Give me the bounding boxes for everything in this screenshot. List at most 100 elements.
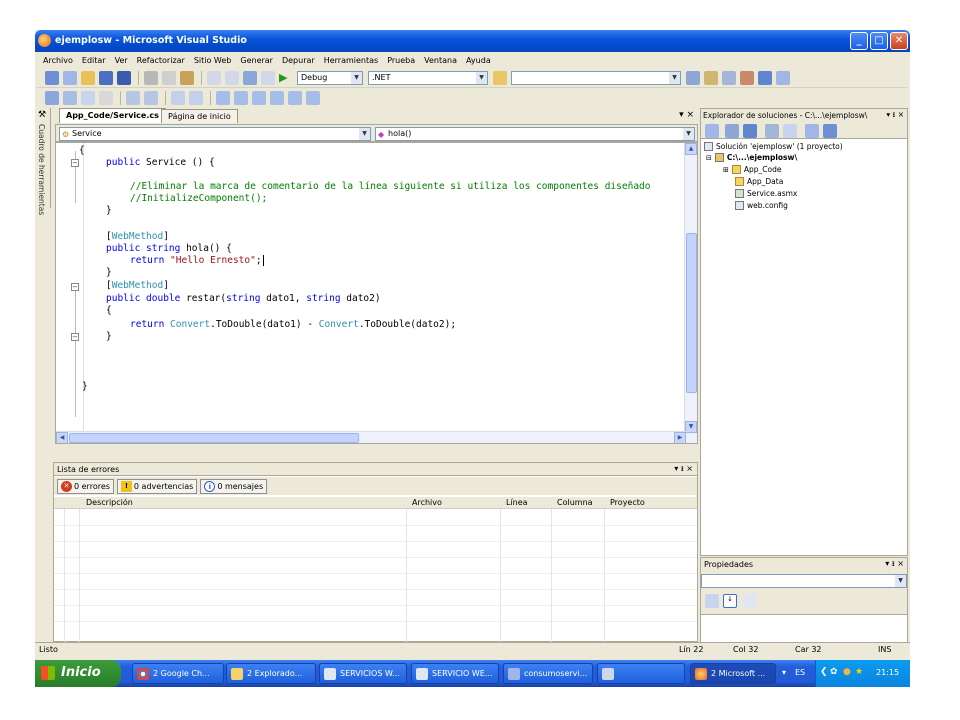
- clock[interactable]: 21:15: [876, 668, 899, 677]
- cut-icon[interactable]: [144, 70, 158, 85]
- taskbar-item-servicio-we[interactable]: SERVICIO WE...: [411, 663, 499, 684]
- menu-editar[interactable]: Editar: [82, 56, 106, 65]
- vertical-scrollbar[interactable]: ▲ ▼: [684, 143, 697, 443]
- find-combo[interactable]: ▼: [511, 70, 681, 85]
- menu-depurar[interactable]: Depurar: [282, 56, 315, 65]
- menu-ver[interactable]: Ver: [115, 56, 128, 65]
- view-designer-icon[interactable]: [783, 124, 797, 138]
- tree-item-service-asmx[interactable]: Service.asmx: [735, 189, 797, 198]
- collapse-toggle[interactable]: −: [71, 159, 79, 167]
- more-windows-icon[interactable]: [776, 70, 790, 85]
- refresh-icon[interactable]: [743, 124, 757, 138]
- increase-indent-icon[interactable]: [144, 91, 158, 105]
- complete-word-icon[interactable]: [99, 91, 113, 105]
- scroll-right-button[interactable]: ▶: [674, 432, 686, 443]
- show-all-files-icon[interactable]: [725, 124, 739, 138]
- navigate-back-icon[interactable]: [243, 70, 257, 85]
- toggle-bookmark-icon[interactable]: [216, 91, 230, 105]
- properties-controls[interactable]: ▾ ᵻ ×: [885, 559, 904, 568]
- display-object-member-list-icon[interactable]: [45, 91, 59, 105]
- tray-expand-icon[interactable]: ❮: [820, 667, 828, 677]
- solution-explorer-icon[interactable]: [686, 70, 700, 85]
- copy-website-icon[interactable]: [805, 124, 819, 138]
- new-project-icon[interactable]: [45, 70, 59, 85]
- warnings-filter-button[interactable]: ! 0 advertencias: [116, 478, 198, 494]
- copy-icon[interactable]: [162, 70, 176, 85]
- column-columna[interactable]: Columna: [557, 498, 593, 507]
- minimize-button[interactable]: _: [850, 32, 868, 50]
- uncomment-lines-icon[interactable]: [189, 91, 203, 105]
- menu-ayuda[interactable]: Ayuda: [466, 56, 491, 65]
- chevron-down-icon[interactable]: ▾: [782, 668, 786, 677]
- horizontal-scroll-thumb[interactable]: [69, 433, 359, 443]
- menu-refactorizar[interactable]: Refactorizar: [137, 56, 185, 65]
- configuration-select[interactable]: Debug ▼: [297, 70, 363, 85]
- tray-app-icon[interactable]: ●: [843, 667, 851, 677]
- clear-bookmarks-icon[interactable]: [306, 91, 320, 105]
- collapse-toggle[interactable]: −: [71, 333, 79, 341]
- asp-net-configuration-icon[interactable]: [823, 124, 837, 138]
- toolbox-strip[interactable]: ⚒ Cuadro de herramientas: [35, 108, 51, 215]
- menu-herramientas[interactable]: Herramientas: [324, 56, 379, 65]
- previous-bookmark-folder-icon[interactable]: [270, 91, 284, 105]
- vertical-scroll-thumb[interactable]: [686, 233, 697, 393]
- property-pages-icon[interactable]: [743, 594, 757, 608]
- properties-icon[interactable]: [705, 124, 719, 138]
- nest-related-files-icon[interactable]: [765, 124, 779, 138]
- menu-ventana[interactable]: Ventana: [424, 56, 457, 65]
- horizontal-scrollbar[interactable]: ◀ ▶: [56, 431, 686, 443]
- decrease-indent-icon[interactable]: [126, 91, 140, 105]
- solution-node[interactable]: Solución 'ejemplosw' (1 proyecto): [704, 142, 843, 151]
- solution-explorer-controls[interactable]: ▾ ᵻ ×: [884, 110, 904, 119]
- platform-select[interactable]: .NET ▼: [368, 70, 488, 85]
- object-browser-icon[interactable]: [722, 70, 736, 85]
- add-item-icon[interactable]: [63, 70, 77, 85]
- scroll-up-button[interactable]: ▲: [685, 143, 697, 155]
- tab-pagina-de-inicio[interactable]: Página de inicio: [161, 109, 238, 123]
- error-list-controls[interactable]: ▾ ᵻ ×: [674, 464, 693, 473]
- start-page-icon[interactable]: [758, 70, 772, 85]
- next-bookmark-folder-icon[interactable]: [288, 91, 302, 105]
- undo-icon[interactable]: [207, 70, 221, 85]
- tray-app-icon[interactable]: ✿: [830, 667, 838, 677]
- properties-object-select[interactable]: ▼: [701, 574, 907, 588]
- code-editor[interactable]: − − − { public Service () { //Eliminar l…: [55, 142, 698, 444]
- taskbar-item-consumoservi[interactable]: consumoservi...: [503, 663, 593, 684]
- tray-star-icon[interactable]: ★: [855, 667, 863, 677]
- find-icon[interactable]: [493, 70, 507, 85]
- taskbar-item-window[interactable]: [597, 663, 685, 684]
- project-node[interactable]: ⊟ C:\...\ejemplosw\: [706, 153, 797, 162]
- start-button[interactable]: Inicio: [35, 660, 121, 687]
- toolbox-icon[interactable]: [740, 70, 754, 85]
- language-indicator[interactable]: ES: [795, 668, 805, 677]
- title-bar[interactable]: ejemplosw - Microsoft Visual Studio _ □ …: [35, 30, 910, 52]
- scroll-left-button[interactable]: ◀: [56, 432, 68, 443]
- menu-sitio-web[interactable]: Sitio Web: [194, 56, 232, 65]
- column-proyecto[interactable]: Proyecto: [610, 498, 645, 507]
- save-all-icon[interactable]: [117, 70, 131, 85]
- open-file-icon[interactable]: [81, 70, 95, 85]
- class-dropdown[interactable]: ⚙ Service ▼: [59, 127, 371, 141]
- close-button[interactable]: ✕: [890, 32, 908, 50]
- menu-prueba[interactable]: Prueba: [387, 56, 415, 65]
- display-quick-info-icon[interactable]: [81, 91, 95, 105]
- start-debug-icon[interactable]: ▶: [279, 71, 293, 85]
- tab-service-cs[interactable]: App_Code/Service.cs: [59, 108, 166, 123]
- alphabetical-icon[interactable]: ↓: [723, 594, 737, 608]
- errors-filter-button[interactable]: ✕ 0 errores: [57, 478, 114, 494]
- taskbar-item-explorer[interactable]: 2 Explorado...: [226, 663, 316, 684]
- member-dropdown[interactable]: ◆ hola() ▼: [375, 127, 695, 141]
- menu-generar[interactable]: Generar: [240, 56, 273, 65]
- taskbar-item-microsoft-vs[interactable]: 2 Microsoft ...: [690, 663, 776, 684]
- redo-icon[interactable]: [225, 70, 239, 85]
- maximize-button[interactable]: □: [870, 32, 888, 50]
- save-icon[interactable]: [99, 70, 113, 85]
- paste-icon[interactable]: [180, 70, 194, 85]
- navigate-forward-icon[interactable]: [261, 70, 275, 85]
- tree-item-app-data[interactable]: App_Data: [735, 177, 783, 186]
- previous-bookmark-icon[interactable]: [234, 91, 248, 105]
- taskbar-item-google-chrome[interactable]: 2 Google Ch...: [132, 663, 224, 684]
- display-parameter-info-icon[interactable]: [63, 91, 77, 105]
- categorized-icon[interactable]: [705, 594, 719, 608]
- taskbar-item-servicios-w[interactable]: SERVICIOS W...: [319, 663, 407, 684]
